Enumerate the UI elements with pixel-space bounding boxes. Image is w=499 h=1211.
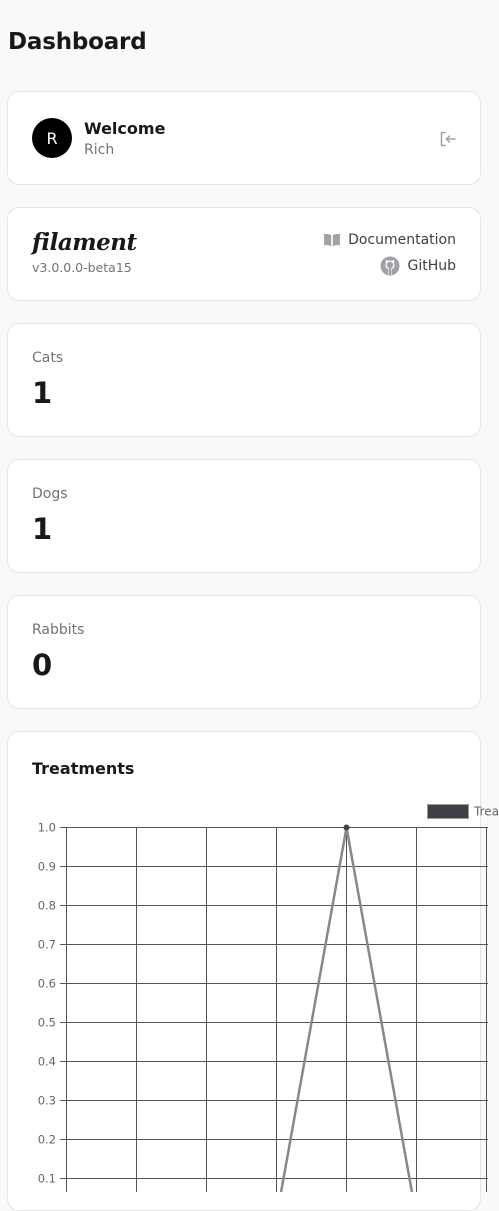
avatar: R: [32, 118, 72, 158]
stat-label: Dogs: [32, 486, 68, 502]
version-label: v3.0.0.0-beta15: [32, 260, 132, 275]
welcome-heading: Welcome: [84, 119, 166, 138]
filament-logo: filament: [32, 229, 137, 256]
chart-heading: Treatments: [32, 759, 135, 778]
treatments-chart: 0.1 0.2 0.3 0.4 0.5 0.6 0.7 0.8 0.9 1.0 Treatment…: [38, 804, 499, 1192]
github-link[interactable]: GitHub: [380, 256, 456, 276]
y-tick-label: 0.3: [38, 1094, 56, 1108]
sign-out-icon: [440, 131, 456, 147]
y-tick-label: 0.1: [38, 1172, 56, 1186]
y-tick-label: 1.0: [38, 821, 56, 835]
stat-value: 1: [32, 376, 53, 410]
y-tick-label: 0.4: [38, 1055, 56, 1069]
book-icon: [324, 233, 341, 247]
stat-card-cats: Cats 1: [7, 323, 481, 437]
y-tick-label: 0.7: [38, 938, 56, 952]
stat-label: Rabbits: [32, 622, 85, 638]
y-tick-label: 0.2: [38, 1133, 56, 1147]
filament-info-widget: filament v3.0.0.0-beta15 Documentation G…: [7, 207, 481, 301]
account-widget: R Welcome Rich: [7, 91, 481, 185]
stat-card-rabbits: Rabbits 0: [7, 595, 481, 709]
documentation-label: Documentation: [348, 232, 456, 248]
legend-swatch[interactable]: [427, 804, 469, 819]
stat-value: 1: [32, 512, 53, 546]
page-title: Dashboard: [8, 29, 147, 55]
y-tick-label: 0.9: [38, 860, 56, 874]
legend-label[interactable]: Treatments: [473, 805, 499, 819]
y-tick-label: 0.5: [38, 1016, 56, 1030]
user-name: Rich: [84, 142, 115, 158]
stat-card-dogs: Dogs 1: [7, 459, 481, 573]
stat-label: Cats: [32, 350, 64, 366]
y-tick-label: 0.6: [38, 977, 56, 991]
github-label: GitHub: [407, 258, 456, 274]
stat-value: 0: [32, 648, 53, 682]
github-icon: [380, 256, 400, 276]
data-point[interactable]: [343, 824, 350, 831]
sign-out-button[interactable]: [438, 129, 458, 149]
documentation-link[interactable]: Documentation: [323, 232, 456, 248]
y-tick-label: 0.8: [38, 899, 56, 913]
